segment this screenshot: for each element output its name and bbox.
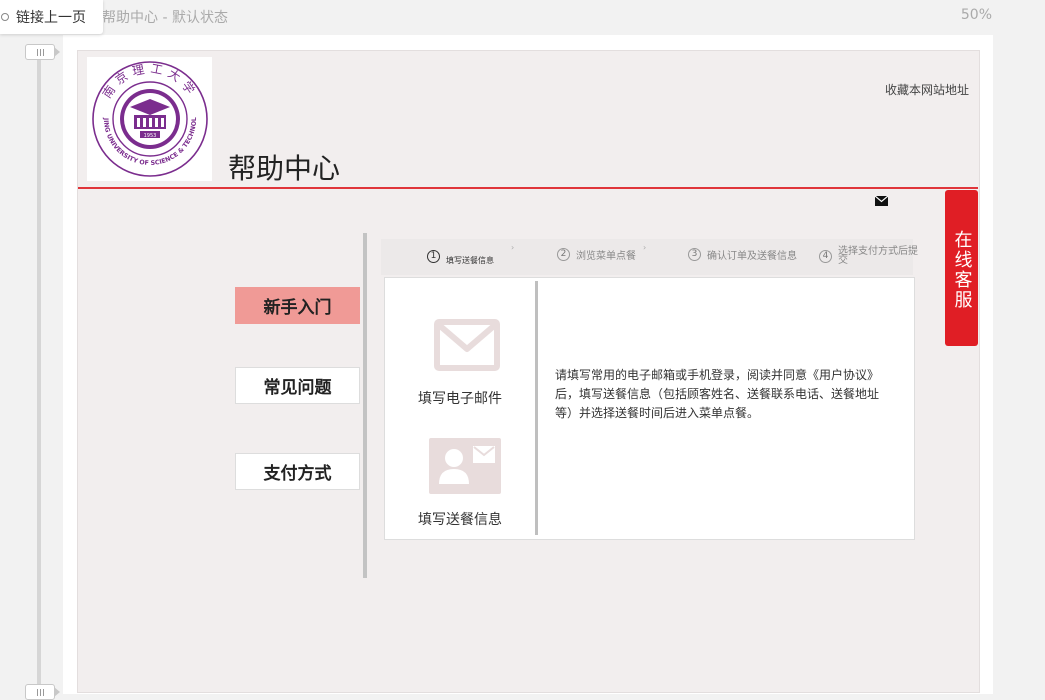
university-logo: NANJING UNIVERSITY OF SCIENCE & TECHNOLO… (87, 57, 212, 181)
envelope-icon (434, 319, 500, 371)
step-arrow-icon: › (643, 243, 647, 252)
back-link-label: 链接上一页 (16, 10, 86, 26)
contact-card-icon (429, 438, 501, 494)
step-number: 2 (557, 248, 570, 261)
content-divider (535, 281, 538, 535)
artboard: NANJING UNIVERSITY OF SCIENCE & TECHNOLO… (77, 50, 980, 693)
delivery-step-label: 填写送餐信息 (418, 512, 502, 528)
svg-text:1953: 1953 (143, 133, 156, 139)
university-seal-icon: NANJING UNIVERSITY OF SCIENCE & TECHNOLO… (90, 59, 208, 177)
timeline-handle-top[interactable] (25, 44, 60, 60)
zoom-level[interactable]: 50% (961, 7, 992, 23)
menu-item-payment[interactable]: 支付方式 (235, 453, 360, 490)
menu-item-getting-started[interactable]: 新手入门 (235, 287, 360, 324)
step-number: 4 (819, 249, 832, 263)
steps-bar: 1 填写送餐信息 › 2 浏览菜单点餐 › 3 确认订单及送餐信息 4 选择支付… (381, 239, 918, 275)
tab-dot-icon (1, 13, 9, 21)
step-arrow-icon: › (511, 243, 515, 252)
page-state-title: 帮助中心 - 默认状态 (102, 10, 228, 26)
step-description: 请填写常用的电子邮箱或手机登录，阅读并同意《用户协议》后，填写送餐信息（包括顾客… (555, 368, 880, 420)
menu-divider (363, 233, 367, 578)
timeline-handle-bottom[interactable] (25, 684, 60, 700)
email-step-label: 填写电子邮件 (418, 391, 502, 407)
step-number: 1 (427, 250, 440, 263)
step-4[interactable]: 4 选择支付方式后提交 (819, 246, 919, 266)
page-title: 帮助中心 (228, 152, 341, 185)
header-divider (78, 187, 978, 189)
step-1[interactable]: 1 填写送餐信息 › (427, 243, 514, 266)
bookmark-link[interactable]: 收藏本网站地址 (885, 81, 969, 98)
step-label: 浏览菜单点餐 (576, 251, 636, 262)
content-panel: 填写电子邮件 填写送餐信息 请填写常用的电子邮箱或手机登录，阅读并同意《用户协议… (384, 277, 915, 540)
step-label: 确认订单及送餐信息 (707, 251, 797, 262)
mail-icon[interactable] (875, 196, 888, 206)
step-number: 3 (688, 248, 701, 261)
timeline-rail (37, 52, 41, 694)
menu-item-faq[interactable]: 常见问题 (235, 367, 360, 404)
step-2[interactable]: 2 浏览菜单点餐 › (557, 243, 646, 262)
back-link-tab[interactable]: 链接上一页 (0, 0, 103, 34)
step-label: 填写送餐信息 (446, 256, 494, 265)
online-service-button[interactable]: 在线客服 (945, 190, 978, 346)
step-3[interactable]: 3 确认订单及送餐信息 (688, 247, 797, 262)
step-label: 选择支付方式后提交 (838, 246, 918, 266)
